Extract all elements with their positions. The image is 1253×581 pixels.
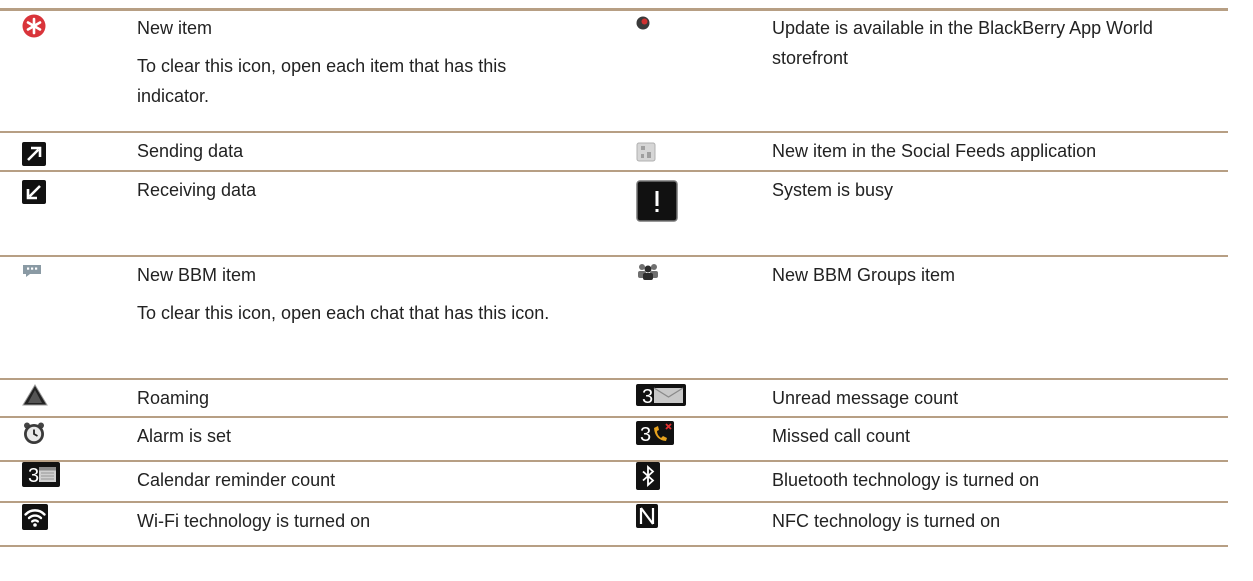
- svg-text:3: 3: [642, 386, 653, 406]
- right-description-cell: NFC technology is turned on: [772, 506, 1222, 536]
- roaming-triangle-icon: [22, 384, 48, 411]
- receiving-data-arrow-icon: [22, 180, 46, 209]
- app-world-update-icon: [636, 14, 650, 35]
- icon-description: Wi-Fi technology is turned on: [137, 511, 371, 531]
- row-divider: [0, 255, 1228, 257]
- svg-text:3: 3: [28, 465, 39, 487]
- wifi-icon: [22, 504, 48, 535]
- left-description-cell: Receiving data: [137, 175, 577, 205]
- row-divider: [0, 378, 1228, 380]
- icon-description: Missed call count: [772, 426, 911, 446]
- icon-description: New item in the Social Feeds application: [772, 141, 1097, 161]
- icon-description: Roaming: [137, 388, 210, 408]
- left-description-cell: New BBM item To clear this icon, open eac…: [137, 260, 577, 328]
- bbm-chat-icon: [22, 262, 42, 283]
- right-description-cell: Bluetooth technology is turned on: [772, 465, 1222, 495]
- missed-call-icon: 3: [636, 421, 674, 450]
- new-item-star-icon: [22, 14, 46, 43]
- calendar-count-icon: 3: [22, 462, 60, 492]
- social-feeds-icon: [636, 142, 656, 167]
- icon-description: NFC technology is turned on: [772, 511, 1001, 531]
- icon-note: To clear this icon, open each item that …: [137, 56, 507, 106]
- icon-description: Sending data: [137, 141, 244, 161]
- row-divider: [0, 416, 1228, 418]
- icon-note: To clear this icon, open each chat that …: [137, 303, 550, 323]
- left-description-cell: Roaming: [137, 383, 577, 413]
- icon-description: New BBM item: [137, 265, 257, 285]
- row-divider: [0, 131, 1228, 133]
- right-description-cell: System is busy: [772, 175, 1222, 205]
- icon-description: Receiving data: [137, 180, 257, 200]
- hourglass-busy-icon: [636, 180, 678, 227]
- icon-description: New item: [137, 18, 213, 38]
- alarm-clock-icon: [22, 421, 46, 450]
- row-divider: [0, 545, 1228, 547]
- unread-message-icon: 3: [636, 384, 686, 411]
- left-description-cell: Alarm is set: [137, 421, 577, 451]
- left-description-cell: Sending data: [137, 136, 577, 166]
- icon-description: New BBM Groups item: [772, 265, 956, 285]
- icon-description: Calendar reminder count: [137, 470, 336, 490]
- icon-description: System is busy: [772, 180, 894, 200]
- icon-description: Update is available in the BlackBerry Ap…: [772, 18, 1153, 68]
- left-description-cell: Wi-Fi technology is turned on: [137, 506, 577, 536]
- icon-description: Bluetooth technology is turned on: [772, 470, 1040, 490]
- icon-description: Alarm is set: [137, 426, 232, 446]
- bluetooth-icon: [636, 462, 660, 495]
- right-description-cell: Update is available in the BlackBerry Ap…: [772, 13, 1222, 73]
- left-description-cell: New item To clear this icon, open each it…: [137, 13, 577, 111]
- table-top-rule: [0, 8, 1228, 11]
- icon-description: Unread message count: [772, 388, 959, 408]
- right-description-cell: New BBM Groups item: [772, 260, 1222, 290]
- svg-text:3: 3: [640, 424, 651, 445]
- row-divider: [0, 170, 1228, 172]
- row-divider: [0, 501, 1228, 503]
- nfc-icon: [636, 504, 658, 533]
- right-description-cell: New item in the Social Feeds application: [772, 136, 1222, 166]
- right-description-cell: Missed call count: [772, 421, 1222, 451]
- row-divider: [0, 460, 1228, 462]
- sending-data-arrow-icon: [22, 142, 46, 171]
- left-description-cell: Calendar reminder count: [137, 465, 577, 495]
- right-description-cell: Unread message count: [772, 383, 1222, 413]
- bbm-groups-icon: [636, 262, 660, 285]
